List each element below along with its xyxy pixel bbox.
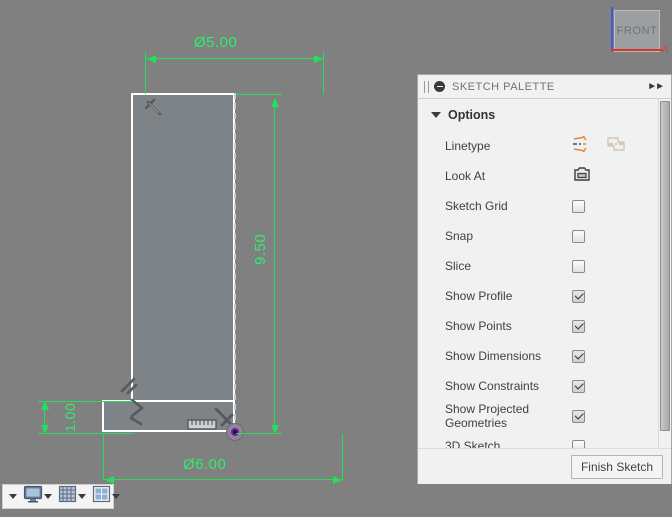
option-label-show-dimensions: Show Dimensions [445, 349, 542, 363]
option-label-slice: Slice [445, 259, 472, 273]
checkbox-show-constraints[interactable] [572, 379, 585, 393]
option-label-show-projected-geometries: Show Projected Geometries [445, 402, 530, 430]
checkbox-show-profile[interactable] [572, 289, 585, 303]
caret-down-icon[interactable] [112, 494, 120, 499]
option-row-look-at[interactable]: Look At [418, 161, 658, 191]
option-label-linetype: Linetype [445, 139, 491, 153]
finish-sketch-button[interactable]: Finish Sketch [570, 454, 663, 479]
checkbox-slice[interactable] [572, 259, 585, 273]
viewcube-x-label: X [662, 44, 670, 55]
option-row-linetype[interactable]: Linetype [418, 131, 658, 161]
option-row-show-projected-geometries[interactable]: Show Projected Geometries [418, 401, 658, 431]
option-label-show-constraints: Show Constraints [445, 379, 540, 393]
option-row-3d-sketch[interactable]: 3D Sketch [418, 431, 658, 448]
sketch-origin-point[interactable] [226, 423, 244, 441]
monitor-icon[interactable] [23, 485, 43, 508]
palette-grip-handle[interactable] [424, 80, 429, 93]
options-section-label: Options [448, 108, 496, 122]
option-row-show-points[interactable]: Show Points [418, 311, 658, 341]
viewports-icon[interactable] [92, 485, 111, 508]
caret-down-icon[interactable] [9, 494, 17, 499]
checkbox-snap[interactable] [572, 229, 585, 243]
palette-scrollbar-thumb[interactable] [660, 101, 670, 431]
option-row-show-constraints[interactable]: Show Constraints [418, 371, 658, 401]
options-section-header[interactable]: Options [418, 99, 658, 131]
option-row-slice[interactable]: Slice [418, 251, 658, 281]
option-label-show-profile: Show Profile [445, 289, 513, 303]
toolbar-item-grid-settings-caret[interactable] [7, 494, 19, 499]
toolbar-item-viewports[interactable] [90, 485, 122, 508]
checkbox-show-dimensions[interactable] [572, 349, 585, 363]
checkbox-sketch-grid[interactable] [572, 199, 585, 213]
perpendicular-constraint-icon-top[interactable] [144, 98, 169, 125]
toolbar-item-grid-snaps[interactable] [56, 485, 88, 508]
look-at-icon[interactable] [572, 165, 592, 188]
option-label-3d-sketch: 3D Sketch [445, 439, 501, 448]
bottom-toolbar [0, 484, 672, 517]
viewcube-x-axis [611, 49, 663, 51]
option-row-snap[interactable]: Snap [418, 221, 658, 251]
grid-icon[interactable] [58, 485, 77, 508]
dimension-value-top-diameter: Ø5.00 [194, 34, 238, 51]
caret-down-icon[interactable] [44, 494, 52, 499]
option-label-sketch-grid: Sketch Grid [445, 199, 508, 213]
option-row-show-dimensions[interactable]: Show Dimensions [418, 341, 658, 371]
collapse-circle-icon[interactable] [434, 81, 445, 92]
palette-scrollbar[interactable] [658, 99, 671, 448]
dimension-value-bottom-diameter: Ø6.00 [183, 456, 227, 473]
options-scroll-area: Options Linetype Look At Sketch Grid Sna… [418, 99, 658, 448]
view-cube[interactable]: FRONT X [600, 4, 670, 56]
viewcube-y-axis [611, 7, 613, 50]
sketch-palette-footer: Finish Sketch [418, 448, 671, 484]
sketch-centerline[interactable] [234, 93, 236, 440]
sketch-profile-upper[interactable] [131, 93, 235, 432]
construction-linetype-icon[interactable] [572, 135, 590, 158]
checkbox-show-projected-geometries[interactable] [572, 409, 585, 423]
dimension-value-height: 9.50 [252, 233, 269, 265]
dimension-value-step-height: 1.00 [62, 402, 78, 432]
option-row-sketch-grid[interactable]: Sketch Grid [418, 191, 658, 221]
sketch-palette-title: SKETCH PALETTE [452, 80, 555, 93]
toolbar-item-display-settings[interactable] [21, 485, 54, 508]
checkbox-3d-sketch[interactable] [572, 439, 585, 448]
centerline-linetype-icon[interactable] [606, 135, 626, 158]
option-label-show-points: Show Points [445, 319, 512, 333]
navigation-bar-group [2, 484, 120, 509]
double-chevron-right-icon[interactable]: ►► [647, 81, 665, 92]
caret-down-icon[interactable] [78, 494, 86, 499]
option-row-show-profile[interactable]: Show Profile [418, 281, 658, 311]
option-label-snap: Snap [445, 229, 474, 243]
viewcube-front-face[interactable]: FRONT [614, 10, 660, 52]
option-label-look-at: Look At [445, 169, 486, 183]
checkbox-show-points[interactable] [572, 319, 585, 333]
sketch-palette-titlebar[interactable]: SKETCH PALETTE ►► [418, 75, 671, 99]
sketch-palette[interactable]: SKETCH PALETTE ►► Options Linetype Look … [417, 74, 672, 485]
triangle-down-icon [431, 112, 441, 118]
sketch-palette-body: Options Linetype Look At Sketch Grid Sna… [418, 99, 671, 448]
